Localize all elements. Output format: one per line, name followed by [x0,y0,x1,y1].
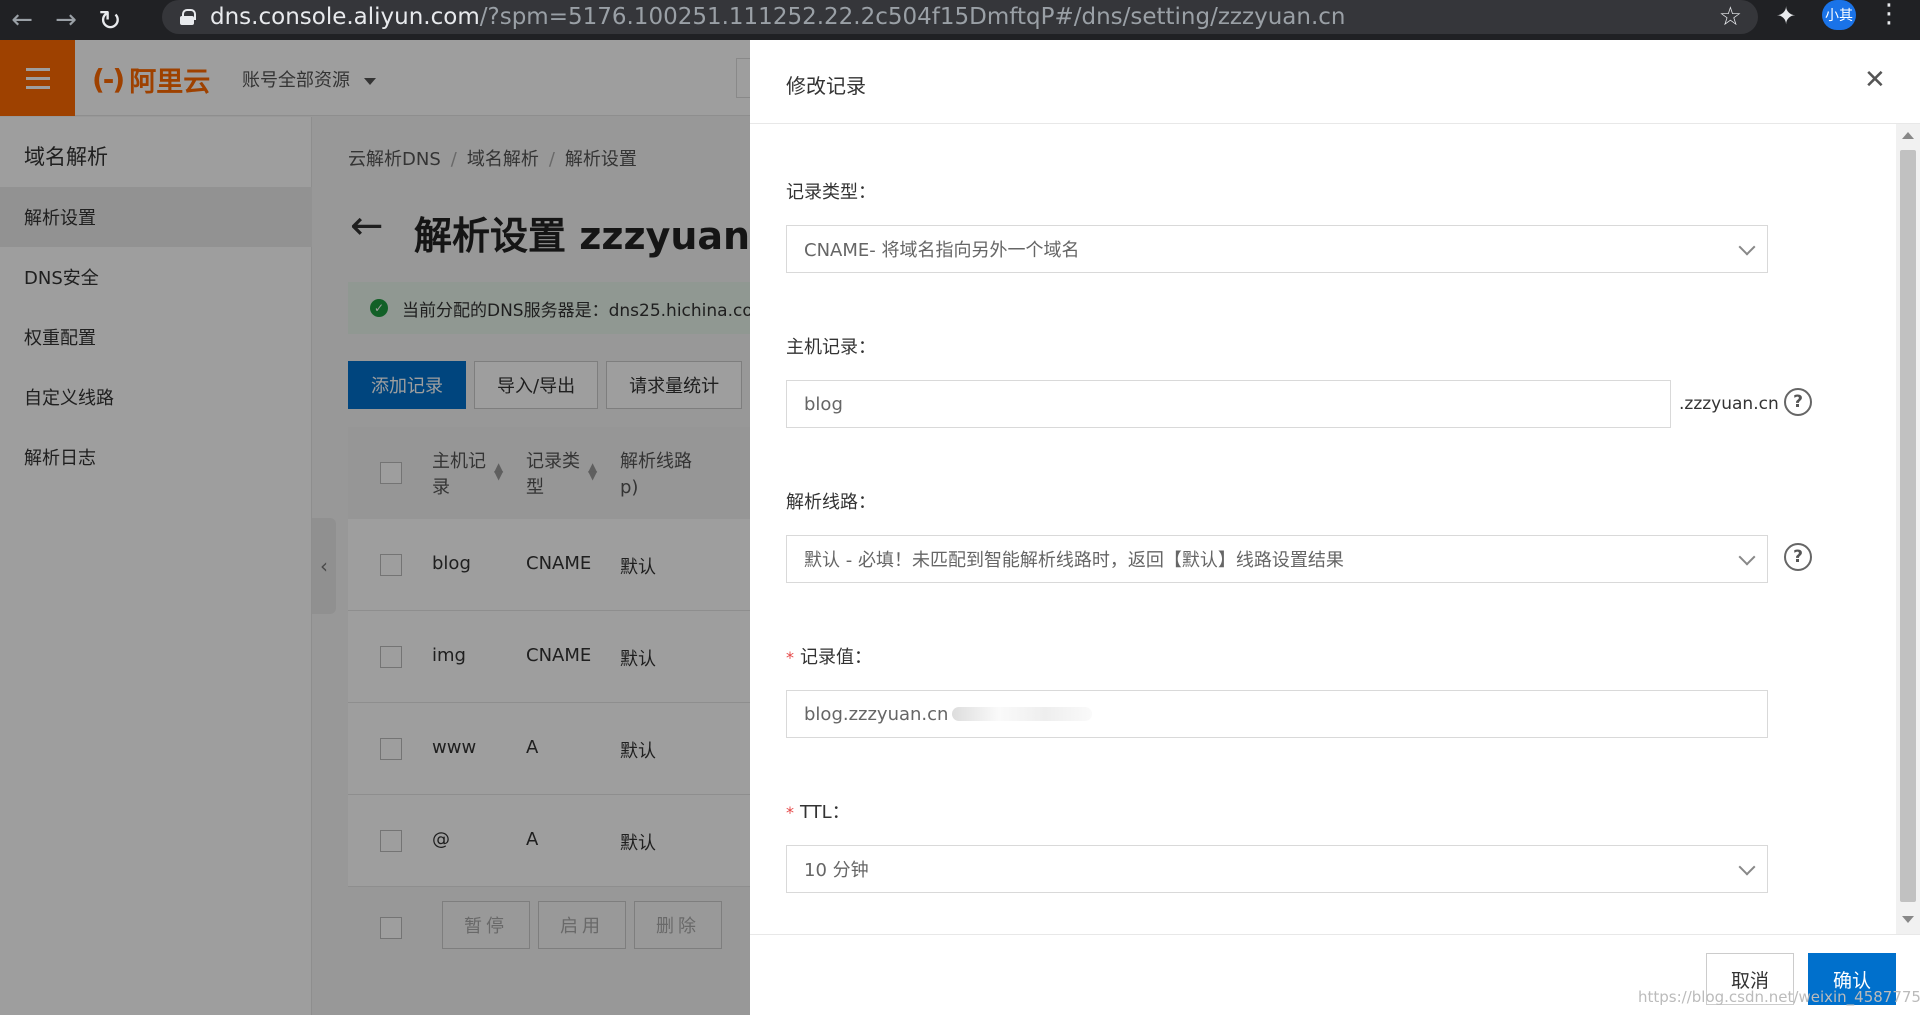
help-icon[interactable]: ? [1784,543,1812,571]
browser-menu-icon[interactable]: ⋮ [1876,0,1902,28]
scroll-up-icon[interactable] [1902,132,1914,139]
blurred-text [952,707,1093,721]
host-record-label: 主机记录： [786,337,876,358]
record-value-label: * 记录值： [786,643,872,669]
domain-suffix: .zzzyuan.cn [1679,394,1779,414]
host-record-input[interactable]: blog [786,380,1671,428]
chevron-down-icon [1738,858,1756,876]
address-bar[interactable]: dns.console.aliyun.com /?spm=5176.100251… [162,0,1758,34]
ttl-select[interactable]: 10 分钟 [786,845,1768,893]
help-icon[interactable]: ? [1784,388,1812,416]
ttl-label: * TTL： [786,798,850,824]
required-mark: * [786,803,794,822]
host-record-value: blog [804,393,843,415]
browser-toolbar: ← → ↻ dns.console.aliyun.com /?spm=5176.… [0,0,1920,40]
record-type-value: CNAME- 将域名指向另外一个域名 [804,240,1080,261]
url-path: /?spm=5176.100251.111252.22.2c504f15Dmft… [479,4,1346,30]
drawer-header: 修改记录 ✕ [750,40,1920,124]
resolution-line-select[interactable]: 默认 - 必填！未匹配到智能解析线路时，返回【默认】线路设置结果 [786,535,1768,583]
resolution-line-value: 默认 - 必填！未匹配到智能解析线路时，返回【默认】线路设置结果 [804,550,1344,571]
drawer-title: 修改记录 [786,74,866,98]
scroll-down-icon[interactable] [1902,916,1914,923]
required-mark: * [786,648,794,667]
url-host: dns.console.aliyun.com [210,4,480,30]
record-type-select[interactable]: CNAME- 将域名指向另外一个域名 [786,225,1768,273]
record-value-text: blog.zzzyuan.cn [804,703,949,725]
lock-icon [180,9,196,25]
reload-icon[interactable]: ↻ [88,0,132,40]
bookmark-star-icon[interactable]: ☆ [1719,2,1742,32]
back-icon[interactable]: ← [0,0,44,40]
drawer-scrollbar[interactable] [1896,124,1920,934]
record-value-input[interactable]: blog.zzzyuan.cn [786,690,1768,738]
chevron-down-icon [1738,548,1756,566]
edit-record-drawer: 修改记录 ✕ 记录类型： CNAME- 将域名指向另外一个域名 主机记录： bl… [750,40,1920,1015]
watermark: https://blog.csdn.net/weixin_45877759 [1638,988,1920,1006]
record-value-label-text: 记录值： [800,647,872,668]
chevron-down-icon [1738,238,1756,256]
forward-icon[interactable]: → [44,0,88,40]
ttl-value: 10 分钟 [804,860,869,881]
close-icon[interactable]: ✕ [1864,66,1886,94]
scrollbar-thumb[interactable] [1900,150,1916,902]
ttl-label-text: TTL： [800,802,850,823]
resolution-line-label: 解析线路： [786,492,876,513]
record-type-label: 记录类型： [786,182,876,203]
profile-avatar[interactable]: 小其 [1822,0,1856,30]
extensions-icon[interactable]: ✦ [1776,2,1796,30]
